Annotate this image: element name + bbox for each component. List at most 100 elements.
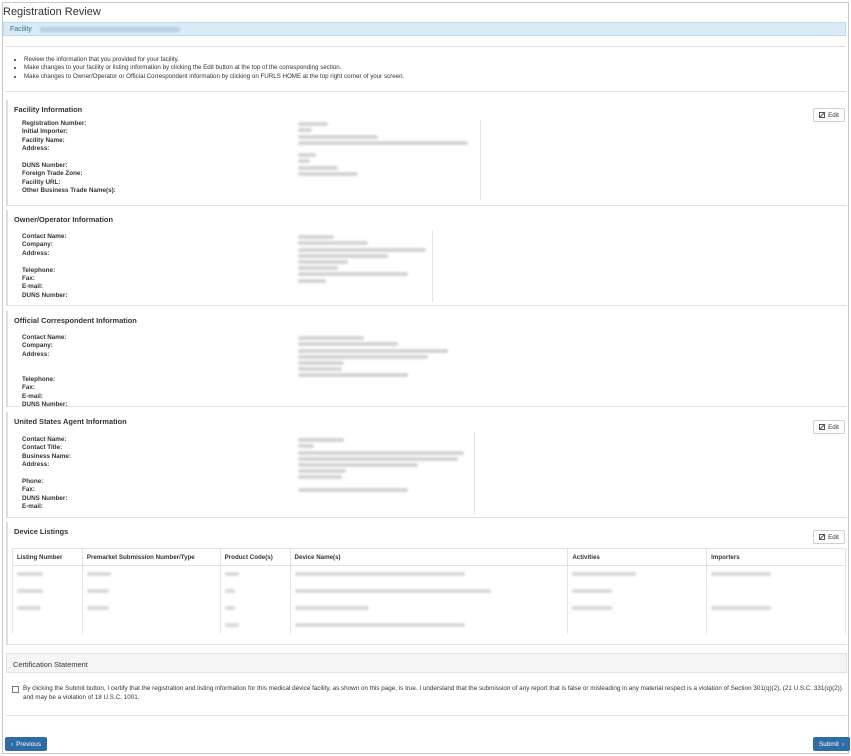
redacted-cell — [219, 616, 291, 634]
redacted-values — [298, 233, 426, 285]
submit-label: Submit — [819, 740, 839, 748]
redacted-values — [298, 436, 464, 494]
field-label: DUNS Number: — [22, 494, 68, 502]
divider — [474, 432, 475, 514]
field-label: DUNS Number: — [22, 291, 68, 299]
redacted-value — [298, 122, 328, 127]
edit-device-listings-button[interactable]: Edit — [813, 530, 845, 544]
redacted-value — [298, 354, 428, 359]
redacted-value — [298, 444, 314, 449]
field-label: Foreign Trade Zone: — [22, 170, 83, 178]
table-header-row: Listing Number Premarket Submission Numb… — [12, 548, 846, 566]
redacted-value — [298, 336, 364, 341]
edit-label: Edit — [828, 111, 839, 119]
field-label: Other Business Trade Name(s): — [22, 187, 116, 195]
field-labels: Registration Number: Initial Importer: F… — [22, 120, 116, 196]
field-label: Contact Name: — [22, 233, 67, 240]
redacted-value — [298, 348, 448, 353]
previous-label: Previous — [16, 740, 42, 748]
redacted-cell — [289, 565, 569, 583]
redacted-value — [298, 342, 398, 347]
column-header: Premarket Submission Number/Type — [81, 548, 221, 566]
field-label: Address: — [22, 145, 50, 153]
field-label: Contact Name: — [22, 436, 67, 443]
column-header: Importers — [706, 548, 846, 566]
redacted-values — [298, 120, 468, 178]
facility-label: Facility — [10, 26, 32, 33]
redacted-value — [298, 373, 408, 378]
instruction-item: Review the information that you provided… — [24, 56, 836, 64]
table-row — [12, 582, 846, 600]
redacted-value — [298, 360, 344, 365]
redacted-value — [298, 266, 338, 271]
field-label: Company: — [22, 241, 53, 249]
redacted-value — [298, 247, 426, 252]
redacted-cell — [289, 599, 569, 617]
redacted-value — [298, 241, 368, 246]
column-header: Device Name(s) — [289, 548, 569, 566]
field-label: Phone: — [22, 477, 44, 485]
edit-facility-button[interactable]: Edit — [813, 108, 845, 122]
instruction-item: Make changes to Owner/Operator or Offici… — [24, 73, 836, 81]
redacted-cell — [81, 582, 221, 600]
previous-button[interactable]: ‹ Previous — [5, 737, 48, 751]
redacted-value — [298, 278, 326, 283]
table-row — [12, 616, 846, 634]
redacted-cell — [219, 565, 291, 583]
redacted-cell — [567, 599, 708, 617]
redacted-value — [298, 259, 348, 264]
edit-label: Edit — [828, 423, 839, 431]
device-listings-table: Listing Number Premarket Submission Numb… — [12, 548, 846, 634]
redacted-cell — [567, 565, 708, 583]
redacted-cell — [706, 616, 846, 634]
section-title: Official Correspondent Information — [14, 316, 137, 325]
redacted-cell — [12, 616, 83, 634]
section-title: Owner/Operator Information — [14, 215, 113, 224]
field-label: Address: — [22, 249, 50, 257]
edit-us-agent-button[interactable]: Edit — [813, 420, 845, 434]
field-label: Company: — [22, 342, 53, 350]
field-label: Address: — [22, 350, 50, 358]
chevron-left-icon: ‹ — [11, 740, 14, 748]
field-label: Telephone: — [22, 375, 56, 383]
certification-checkbox[interactable] — [12, 686, 19, 693]
redacted-cell — [219, 582, 291, 600]
field-label: E-mail: — [22, 392, 43, 400]
redacted-cell — [81, 599, 221, 617]
redacted-cell — [12, 565, 83, 583]
redacted-value — [298, 367, 342, 372]
official-correspondent-section: Official Correspondent Information Conta… — [6, 311, 847, 408]
divider — [432, 230, 433, 302]
field-label: Contact Name: — [22, 334, 67, 341]
field-label: Contact Title: — [22, 444, 63, 452]
redacted-cell — [289, 616, 569, 634]
field-label: Business Name: — [22, 452, 71, 460]
instructions-panel: Review the information that you provided… — [6, 46, 846, 92]
field-label: Facility Name: — [22, 136, 65, 144]
table-row — [12, 565, 846, 583]
redacted-value — [298, 235, 334, 240]
facility-information-section: Facility Information Edit Registration N… — [6, 100, 847, 206]
edit-icon — [819, 112, 826, 118]
field-labels: Contact Name: Contact Title: Business Na… — [22, 436, 71, 512]
owner-operator-section: Owner/Operator Information Contact Name:… — [6, 210, 847, 306]
redacted-value — [298, 456, 458, 461]
field-label: DUNS Number: — [22, 161, 68, 169]
redacted-cell — [12, 582, 83, 600]
facility-bar: Facility — [3, 22, 846, 36]
redacted-value — [298, 165, 338, 170]
submit-button[interactable]: Submit › — [813, 737, 851, 751]
redacted-cell — [706, 565, 846, 583]
redacted-value — [298, 140, 468, 145]
redacted-value — [298, 171, 358, 176]
field-label: Fax: — [22, 274, 35, 282]
section-title: United States Agent Information — [14, 417, 127, 426]
redacted-cell — [706, 599, 846, 617]
certification-text: By clicking the Submit button, I certify… — [23, 685, 842, 701]
redacted-cell — [289, 582, 569, 600]
field-label: Initial Importer: — [22, 128, 68, 136]
